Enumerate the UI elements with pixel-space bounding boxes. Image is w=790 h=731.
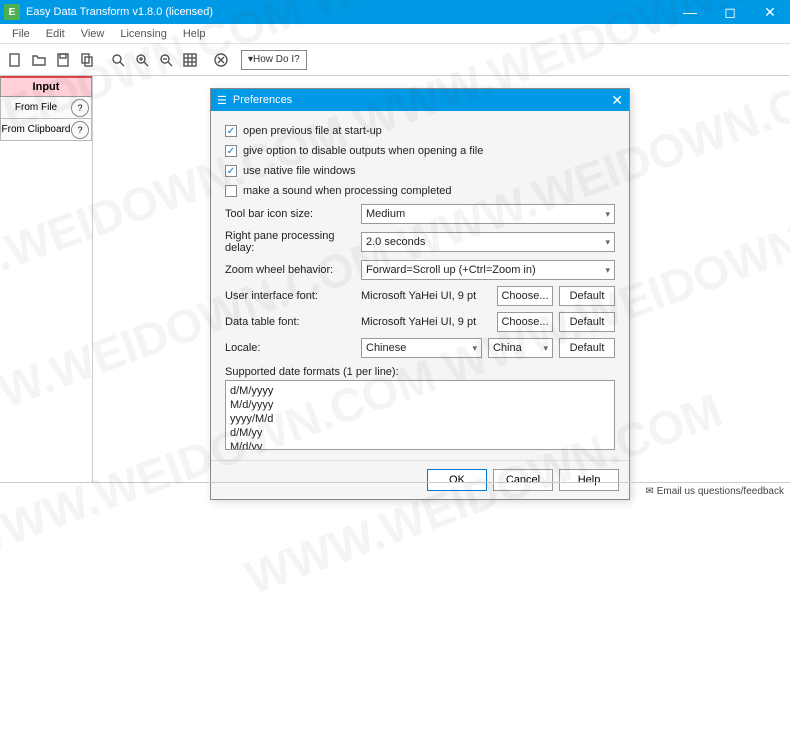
locale-label: Locale: bbox=[225, 342, 355, 354]
grid-icon[interactable] bbox=[179, 49, 201, 71]
input-tab[interactable]: Input bbox=[0, 76, 92, 97]
native-windows-checkbox[interactable]: ✓ bbox=[225, 165, 237, 177]
zoom-wheel-label: Zoom wheel behavior: bbox=[225, 264, 355, 276]
ui-font-choose-button[interactable]: Choose... bbox=[497, 286, 553, 306]
from-file-button[interactable]: From File ? bbox=[0, 97, 92, 119]
sound-label: make a sound when processing completed bbox=[243, 185, 452, 197]
close-icon[interactable]: ✕ bbox=[611, 92, 623, 109]
table-font-choose-button[interactable]: Choose... bbox=[497, 312, 553, 332]
menu-view[interactable]: View bbox=[73, 28, 113, 40]
new-icon[interactable] bbox=[4, 49, 26, 71]
from-clipboard-button[interactable]: From Clipboard ? bbox=[0, 119, 92, 141]
dialog-title: Preferences bbox=[233, 94, 611, 106]
close-window-button[interactable]: ✕ bbox=[750, 0, 790, 24]
sound-checkbox[interactable] bbox=[225, 185, 237, 197]
locale-language-combo[interactable]: Chinese bbox=[361, 338, 482, 358]
app-icon: E bbox=[4, 4, 20, 20]
zoom-icon[interactable] bbox=[107, 49, 129, 71]
menu-bar: File Edit View Licensing Help bbox=[0, 24, 790, 44]
from-clipboard-label: From Clipboard bbox=[1, 124, 71, 135]
status-bar: ✉ Email us questions/feedback bbox=[0, 482, 790, 500]
sidebar: Input From File ? From Clipboard ? bbox=[0, 76, 92, 141]
menu-file[interactable]: File bbox=[4, 28, 38, 40]
disable-outputs-checkbox[interactable]: ✓ bbox=[225, 145, 237, 157]
ui-font-label: User interface font: bbox=[225, 290, 355, 302]
native-windows-label: use native file windows bbox=[243, 165, 356, 177]
zoom-out-icon[interactable] bbox=[155, 49, 177, 71]
locale-default-button[interactable]: Default bbox=[559, 338, 615, 358]
zoom-in-icon[interactable] bbox=[131, 49, 153, 71]
mail-icon: ✉ bbox=[645, 486, 653, 497]
from-file-label: From File bbox=[1, 102, 71, 113]
toolbar-icon-size-label: Tool bar icon size: bbox=[225, 208, 355, 220]
minimize-button[interactable]: — bbox=[670, 0, 710, 24]
copy-icon[interactable] bbox=[76, 49, 98, 71]
open-previous-checkbox[interactable]: ✓ bbox=[225, 125, 237, 137]
toolbar-icon-size-combo[interactable]: Medium bbox=[361, 204, 615, 224]
window-title: Easy Data Transform v1.8.0 (licensed) bbox=[26, 6, 670, 18]
ui-font-value: Microsoft YaHei UI, 9 pt bbox=[361, 290, 491, 302]
help-icon[interactable]: ? bbox=[71, 121, 89, 139]
feedback-link[interactable]: Email us questions/feedback bbox=[657, 486, 784, 497]
how-do-i-button[interactable]: ▾How Do I? bbox=[241, 50, 307, 70]
menu-help[interactable]: Help bbox=[175, 28, 214, 40]
open-icon[interactable] bbox=[28, 49, 50, 71]
locale-country-combo[interactable]: China bbox=[488, 338, 553, 358]
preferences-icon: ☰ bbox=[217, 94, 227, 107]
save-icon[interactable] bbox=[52, 49, 74, 71]
dialog-titlebar[interactable]: ☰ Preferences ✕ bbox=[211, 89, 629, 111]
zoom-wheel-combo[interactable]: Forward=Scroll up (+Ctrl=Zoom in) bbox=[361, 260, 615, 280]
help-icon[interactable]: ? bbox=[71, 99, 89, 117]
right-pane-delay-label: Right pane processing delay: bbox=[225, 230, 355, 254]
preferences-dialog: ☰ Preferences ✕ ✓ open previous file at s… bbox=[210, 88, 630, 500]
maximize-button[interactable]: ◻ bbox=[710, 0, 750, 24]
date-formats-textarea[interactable]: d/M/yyyy M/d/yyyy yyyy/M/d d/M/yy M/d/yy bbox=[225, 380, 615, 450]
toolbar: ▾How Do I? bbox=[0, 44, 790, 76]
title-bar: E Easy Data Transform v1.8.0 (licensed) … bbox=[0, 0, 790, 24]
right-pane-delay-combo[interactable]: 2.0 seconds bbox=[361, 232, 615, 252]
table-font-default-button[interactable]: Default bbox=[559, 312, 615, 332]
menu-edit[interactable]: Edit bbox=[38, 28, 73, 40]
menu-licensing[interactable]: Licensing bbox=[112, 28, 174, 40]
date-formats-label: Supported date formats (1 per line): bbox=[225, 361, 615, 380]
table-font-value: Microsoft YaHei UI, 9 pt bbox=[361, 316, 491, 328]
disable-outputs-label: give option to disable outputs when open… bbox=[243, 145, 483, 157]
open-previous-label: open previous file at start-up bbox=[243, 125, 382, 137]
ui-font-default-button[interactable]: Default bbox=[559, 286, 615, 306]
table-font-label: Data table font: bbox=[225, 316, 355, 328]
clear-icon[interactable] bbox=[210, 49, 232, 71]
